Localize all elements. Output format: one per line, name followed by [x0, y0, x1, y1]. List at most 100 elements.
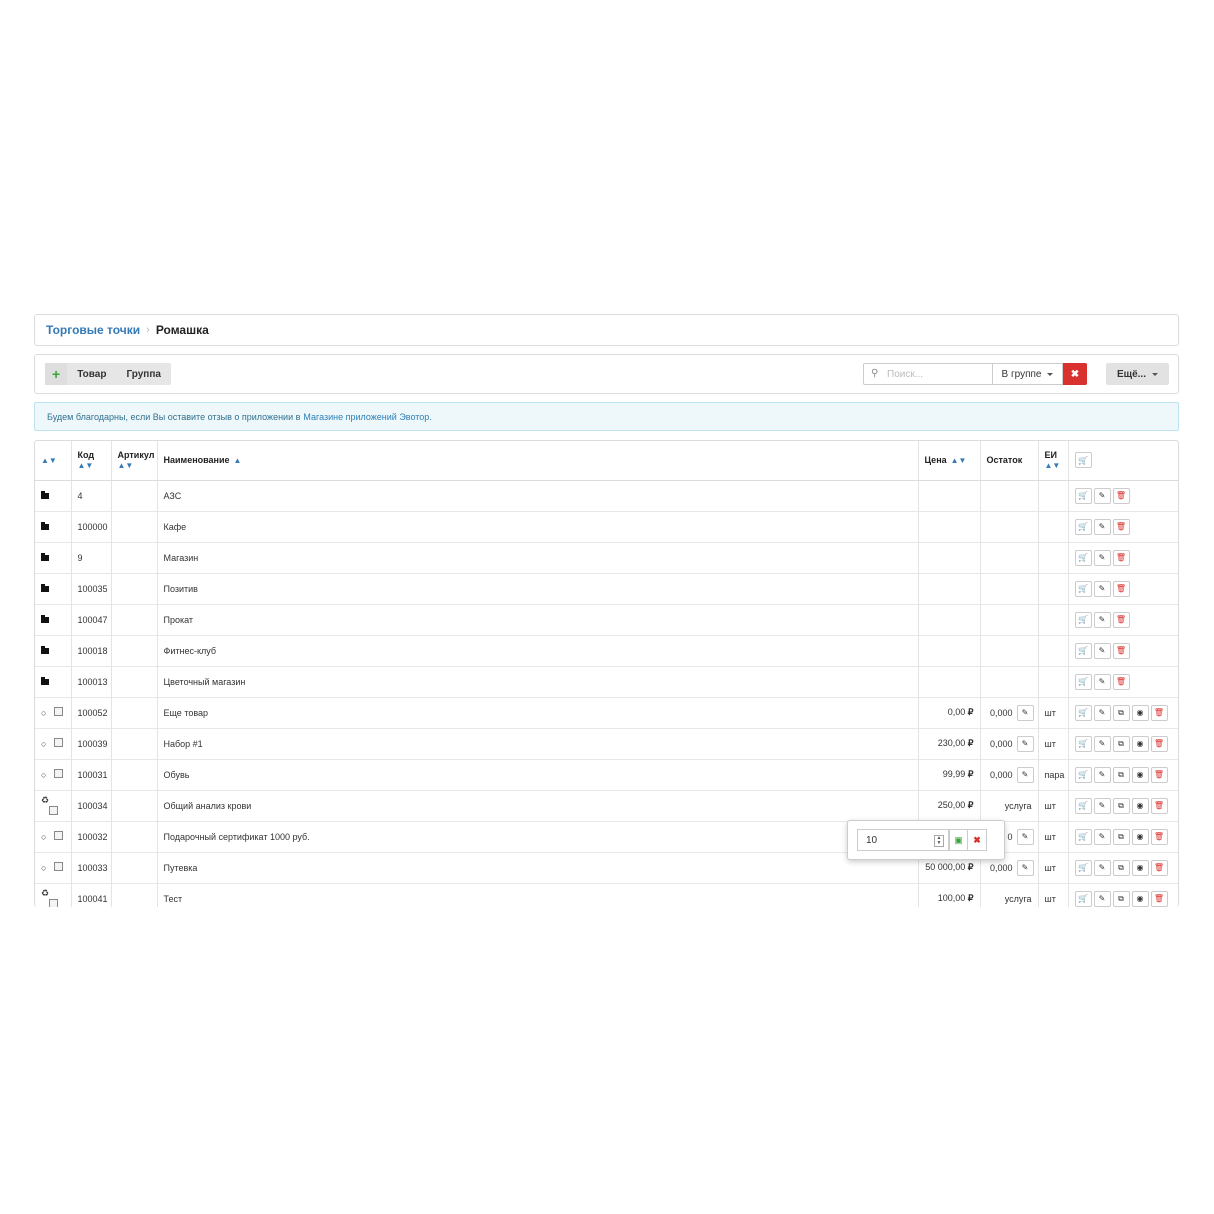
- edit-button[interactable]: ✎: [1093, 766, 1111, 783]
- delete-button[interactable]: 🗑: [1112, 487, 1130, 504]
- delete-button[interactable]: 🗑: [1150, 704, 1168, 721]
- delete-button[interactable]: 🗑: [1150, 859, 1168, 876]
- view-button[interactable]: ◉: [1131, 859, 1149, 876]
- spinner-icon[interactable]: ▲ ▼: [934, 835, 944, 847]
- edit-button[interactable]: ✎: [1093, 549, 1111, 566]
- delete-button[interactable]: 🗑: [1112, 518, 1130, 535]
- cell-name[interactable]: Обувь: [157, 758, 919, 790]
- select-checkbox[interactable]: [54, 862, 64, 871]
- column-article-header[interactable]: Артикул ▲▼: [111, 441, 158, 481]
- cart-button[interactable]: 🛒: [1074, 673, 1092, 690]
- view-button[interactable]: ◉: [1131, 828, 1149, 845]
- delete-button[interactable]: 🗑: [1112, 673, 1130, 690]
- select-checkbox[interactable]: [49, 898, 58, 907]
- copy-button[interactable]: ⧉: [1112, 704, 1130, 721]
- table-row[interactable]: ♻ 100034 Общий анализ крови 250,00 ₽ услуга ш…: [35, 789, 1178, 821]
- edit-button[interactable]: ✎: [1093, 735, 1111, 752]
- edit-stock-button[interactable]: ✎: [1016, 766, 1034, 783]
- table-row[interactable]: 100047 Прокат 🛒 ✎ 🗑: [35, 603, 1178, 635]
- table-row[interactable]: ○ 100031 Обувь 99,99 ₽0,000 ✎ пара 🛒 ✎ ⧉ ◉ 🗑: [35, 758, 1178, 790]
- copy-button[interactable]: ⧉: [1112, 766, 1130, 783]
- delete-button[interactable]: 🗑: [1112, 642, 1130, 659]
- cancel-stock-button[interactable]: ✖: [968, 829, 987, 851]
- cell-name[interactable]: Подарочный сертификат 1000 руб.: [157, 820, 919, 852]
- edit-button[interactable]: ✎: [1093, 580, 1111, 597]
- search-scope-dropdown[interactable]: В группе: [993, 363, 1063, 385]
- cart-button[interactable]: 🛒: [1074, 828, 1092, 845]
- edit-stock-button[interactable]: ✎: [1016, 735, 1034, 752]
- notice-store-link[interactable]: Магазине приложений Эвотор.: [303, 412, 431, 422]
- edit-button[interactable]: ✎: [1093, 828, 1111, 845]
- table-row[interactable]: ○ 100039 Набор #1 230,00 ₽0,000 ✎ шт 🛒 ✎ ⧉ ◉ 🗑: [35, 727, 1178, 759]
- edit-button[interactable]: ✎: [1093, 890, 1111, 907]
- table-row[interactable]: ♻ 100041 Тест 100,00 ₽ услуга шт 🛒 ✎ ⧉ ◉ 🗑: [35, 882, 1178, 907]
- cart-button[interactable]: 🛒: [1074, 580, 1092, 597]
- edit-button[interactable]: ✎: [1093, 642, 1111, 659]
- edit-button[interactable]: ✎: [1093, 611, 1111, 628]
- delete-button[interactable]: 🗑: [1150, 890, 1168, 907]
- table-row[interactable]: 100000 Кафе 🛒 ✎ 🗑: [35, 510, 1178, 542]
- copy-button[interactable]: ⧉: [1112, 797, 1130, 814]
- cart-button[interactable]: 🛒: [1074, 735, 1092, 752]
- cell-name[interactable]: Цветочный магазин: [157, 665, 919, 697]
- cart-button[interactable]: 🛒: [1074, 549, 1092, 566]
- search-input[interactable]: ⚲ Поиск...: [863, 363, 993, 385]
- edit-button[interactable]: ✎: [1093, 487, 1111, 504]
- clear-search-button[interactable]: ✖: [1063, 363, 1087, 385]
- edit-button[interactable]: ✎: [1093, 704, 1111, 721]
- stock-quantity-input[interactable]: 10 ▲ ▼: [857, 829, 949, 851]
- add-product-button[interactable]: Товар: [67, 363, 116, 385]
- cart-button[interactable]: 🛒: [1074, 859, 1092, 876]
- cell-name[interactable]: Кафе: [157, 510, 919, 542]
- cell-name[interactable]: Путевка: [157, 851, 919, 883]
- select-checkbox[interactable]: [54, 831, 64, 840]
- column-price-header[interactable]: Цена ▲▼: [918, 441, 981, 481]
- edit-button[interactable]: ✎: [1093, 673, 1111, 690]
- view-button[interactable]: ◉: [1131, 704, 1149, 721]
- table-row[interactable]: ○ 100033 Путевка 50 000,00 ₽0,000 ✎ шт 🛒 ✎ ⧉ ◉ 🗑: [35, 851, 1178, 883]
- table-row[interactable]: 100013 Цветочный магазин 🛒 ✎ 🗑: [35, 665, 1178, 697]
- cell-name[interactable]: Тест: [157, 882, 919, 907]
- cell-name[interactable]: Фитнес-клуб: [157, 634, 919, 666]
- edit-button[interactable]: ✎: [1093, 518, 1111, 535]
- column-unit-header[interactable]: ЕИ ▲▼: [1038, 441, 1069, 481]
- cart-button[interactable]: 🛒: [1074, 452, 1092, 469]
- edit-button[interactable]: ✎: [1093, 797, 1111, 814]
- cell-name[interactable]: Прокат: [157, 603, 919, 635]
- view-button[interactable]: ◉: [1131, 890, 1149, 907]
- select-checkbox[interactable]: [49, 805, 58, 815]
- select-checkbox[interactable]: [54, 769, 64, 778]
- cart-button[interactable]: 🛒: [1074, 518, 1092, 535]
- select-checkbox[interactable]: [54, 707, 64, 716]
- sort-type-header[interactable]: ▲▼: [35, 441, 72, 481]
- delete-button[interactable]: 🗑: [1150, 828, 1168, 845]
- cell-name[interactable]: Набор #1: [157, 727, 919, 759]
- copy-button[interactable]: ⧉: [1112, 890, 1130, 907]
- delete-button[interactable]: 🗑: [1150, 735, 1168, 752]
- edit-stock-button[interactable]: ✎: [1016, 859, 1034, 876]
- cell-name[interactable]: Магазин: [157, 541, 919, 573]
- cell-name[interactable]: Общий анализ крови: [157, 789, 919, 821]
- view-button[interactable]: ◉: [1131, 797, 1149, 814]
- cart-button[interactable]: 🛒: [1074, 797, 1092, 814]
- delete-button[interactable]: 🗑: [1112, 549, 1130, 566]
- cell-name[interactable]: Позитив: [157, 572, 919, 604]
- column-code-header[interactable]: Код ▲▼: [71, 441, 112, 481]
- edit-stock-button[interactable]: ✎: [1016, 704, 1034, 721]
- cart-button[interactable]: 🛒: [1074, 611, 1092, 628]
- column-name-header[interactable]: Наименование ▲: [157, 441, 919, 481]
- table-row[interactable]: 100035 Позитив 🛒 ✎ 🗑: [35, 572, 1178, 604]
- edit-stock-button[interactable]: ✎: [1016, 828, 1034, 845]
- table-row[interactable]: ○ 100032 Подарочный сертификат 1000 руб. 0…: [35, 820, 1178, 852]
- delete-button[interactable]: 🗑: [1150, 797, 1168, 814]
- delete-button[interactable]: 🗑: [1150, 766, 1168, 783]
- select-checkbox[interactable]: [54, 738, 64, 747]
- view-button[interactable]: ◉: [1131, 766, 1149, 783]
- delete-button[interactable]: 🗑: [1112, 580, 1130, 597]
- cell-name[interactable]: АЗС: [157, 479, 919, 511]
- cart-button[interactable]: 🛒: [1074, 890, 1092, 907]
- table-row[interactable]: 9 Магазин 🛒 ✎ 🗑: [35, 541, 1178, 573]
- table-row[interactable]: ○ 100052 Еще товар 0,00 ₽0,000 ✎ шт 🛒 ✎ ⧉ ◉ 🗑: [35, 696, 1178, 728]
- cart-button[interactable]: 🛒: [1074, 704, 1092, 721]
- cell-name[interactable]: Еще товар: [157, 696, 919, 728]
